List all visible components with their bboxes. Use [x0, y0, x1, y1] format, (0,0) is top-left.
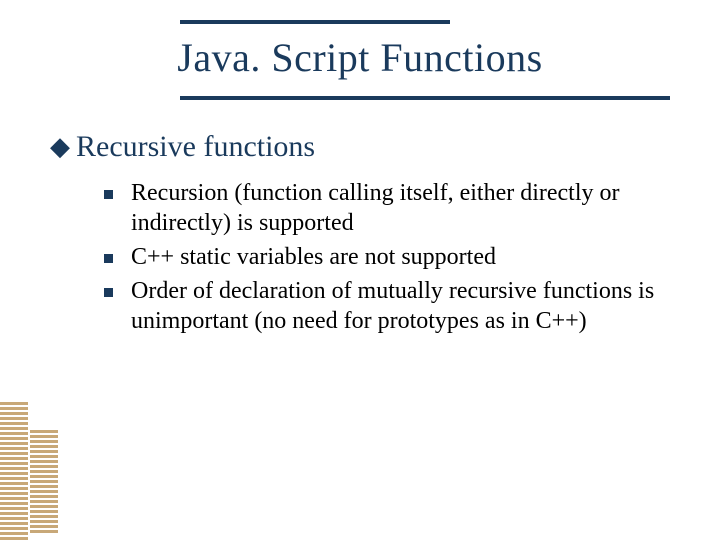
- stripe: [0, 467, 28, 470]
- slide-title: Java. Script Functions: [0, 34, 720, 81]
- stripe: [30, 525, 58, 528]
- stripe: [0, 452, 28, 455]
- bullet-level2-text: Recursion (function calling itself, eith…: [131, 178, 660, 238]
- stripe: [30, 475, 58, 478]
- stripe: [0, 497, 28, 500]
- stripe: [30, 430, 58, 433]
- stripe: [30, 435, 58, 438]
- stripe: [30, 465, 58, 468]
- stripe: [0, 407, 28, 410]
- stripe: [30, 460, 58, 463]
- stripe: [30, 490, 58, 493]
- stripe: [0, 457, 28, 460]
- corner-decoration: [0, 390, 62, 540]
- stripe: [30, 530, 58, 533]
- stripe: [30, 455, 58, 458]
- stripe: [0, 512, 28, 515]
- bullet-level2: Recursion (function calling itself, eith…: [104, 178, 660, 238]
- diamond-bullet-icon: ◆: [50, 130, 70, 164]
- square-bullet-icon: [104, 254, 113, 263]
- sublist: Recursion (function calling itself, eith…: [104, 178, 660, 336]
- bullet-level1: ◆ Recursive functions: [50, 130, 660, 164]
- stripe: [0, 442, 28, 445]
- stripe: [0, 487, 28, 490]
- stripe: [0, 462, 28, 465]
- stripe: [0, 527, 28, 530]
- stripe: [30, 440, 58, 443]
- stripe: [0, 517, 28, 520]
- stripe: [0, 477, 28, 480]
- stripe: [30, 505, 58, 508]
- stripe: [0, 422, 28, 425]
- slide-content: ◆ Recursive functions Recursion (functio…: [50, 130, 660, 340]
- stripe: [0, 437, 28, 440]
- slide: Java. Script Functions ◆ Recursive funct…: [0, 0, 720, 540]
- bullet-level1-text: Recursive functions: [76, 130, 315, 164]
- stripe: [30, 485, 58, 488]
- stripe: [30, 445, 58, 448]
- title-rule-top: [180, 20, 450, 24]
- stripe: [30, 515, 58, 518]
- stripe: [0, 492, 28, 495]
- stripe: [0, 402, 28, 405]
- stripe: [30, 500, 58, 503]
- bullet-level2-text: Order of declaration of mutually recursi…: [131, 276, 660, 336]
- stripe: [0, 532, 28, 535]
- bullet-level2: C++ static variables are not supported: [104, 242, 660, 272]
- stripe: [0, 472, 28, 475]
- title-rule-bottom: [180, 96, 670, 100]
- stripe: [30, 495, 58, 498]
- stripe: [0, 447, 28, 450]
- square-bullet-icon: [104, 190, 113, 199]
- stripe: [30, 450, 58, 453]
- stripe: [30, 480, 58, 483]
- stripe: [30, 520, 58, 523]
- stripe: [30, 470, 58, 473]
- stripe: [0, 507, 28, 510]
- square-bullet-icon: [104, 288, 113, 297]
- bullet-level2-text: C++ static variables are not supported: [131, 242, 496, 272]
- stripe: [0, 417, 28, 420]
- stripe: [0, 427, 28, 430]
- stripe: [0, 502, 28, 505]
- stripe-column: [30, 430, 58, 540]
- stripe: [0, 432, 28, 435]
- stripe-column: [0, 402, 28, 540]
- stripe: [0, 522, 28, 525]
- stripe: [0, 482, 28, 485]
- bullet-level2: Order of declaration of mutually recursi…: [104, 276, 660, 336]
- stripe: [0, 412, 28, 415]
- stripe: [30, 510, 58, 513]
